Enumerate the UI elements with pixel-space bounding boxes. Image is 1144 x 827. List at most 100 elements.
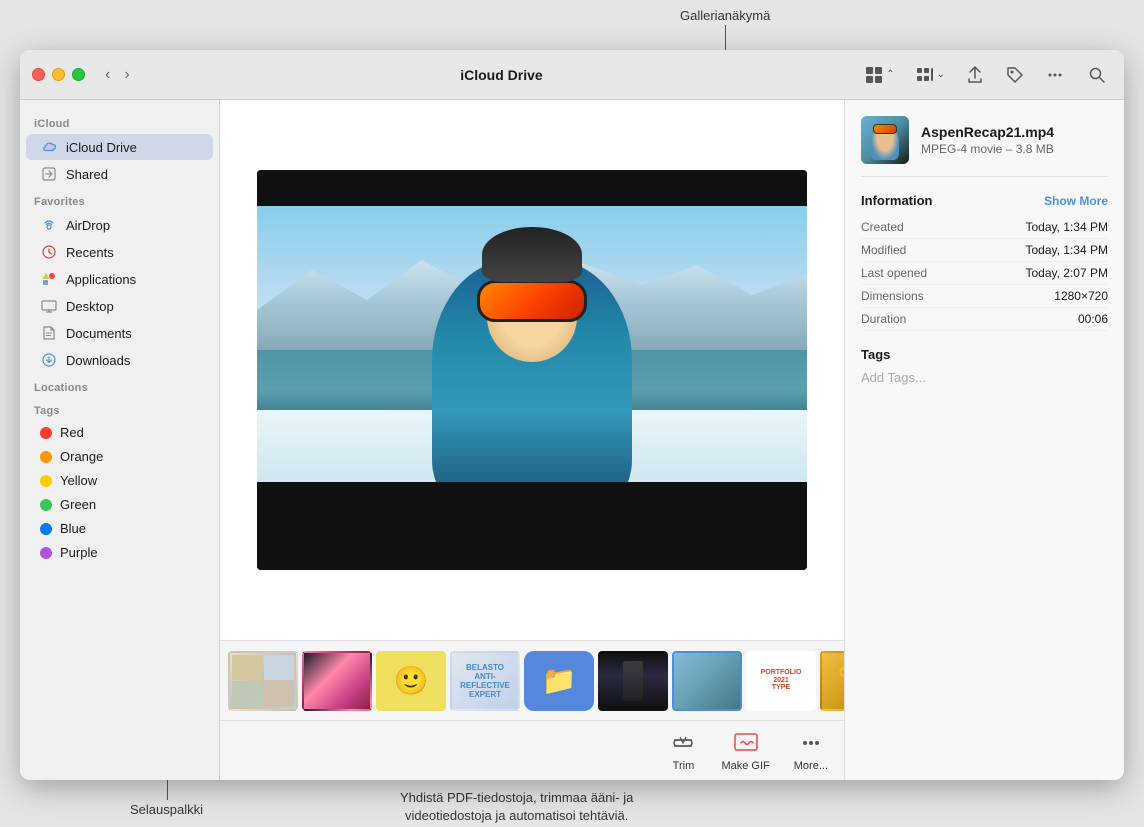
sidebar-item-documents-label: Documents <box>66 326 203 341</box>
search-button[interactable] <box>1082 62 1112 88</box>
group-chevron-icon: ⌄ <box>937 69 945 80</box>
documents-icon <box>40 324 58 342</box>
sidebar-item-downloads[interactable]: Downloads <box>26 347 213 373</box>
sidebar: iCloud iCloud Drive <box>20 100 220 780</box>
sidebar-item-shared[interactable]: Shared <box>26 161 213 187</box>
more-actions-button[interactable]: More... <box>794 729 828 772</box>
tag-button[interactable] <box>1000 62 1030 88</box>
more-actions-label: More... <box>794 760 828 772</box>
sidebar-item-airdrop[interactable]: AirDrop <box>26 212 213 238</box>
share-button[interactable] <box>960 62 990 88</box>
sidebar-item-orange[interactable]: Orange <box>26 445 213 468</box>
view-icon <box>864 65 884 85</box>
sidebar-item-yellow[interactable]: Yellow <box>26 469 213 492</box>
sidebar-item-desktop[interactable]: Desktop <box>26 293 213 319</box>
filmstrip-item-6[interactable] <box>598 651 668 711</box>
trim-icon <box>669 729 697 757</box>
red-tag-dot <box>40 427 52 439</box>
gallery-area: 🙂 BELASTO ANTI-REFLECTIVE EXPERT 📁 <box>220 100 1124 780</box>
file-name: AspenRecap21.mp4 <box>921 124 1108 140</box>
window-title: iCloud Drive <box>144 67 860 83</box>
main-preview-image <box>257 170 807 570</box>
helmet <box>482 227 582 282</box>
more-actions-icon <box>797 729 825 757</box>
trim-button[interactable]: Trim <box>669 729 697 772</box>
finder-body: iCloud iCloud Drive <box>20 100 1124 780</box>
last-opened-label: Last opened <box>861 266 927 280</box>
group-button[interactable]: ⌄ <box>910 62 950 88</box>
filmstrip-item-8[interactable]: PORTFOLIO2021TYPE <box>746 651 816 711</box>
file-info-text: AspenRecap21.mp4 MPEG-4 movie – 3.8 MB <box>921 124 1108 156</box>
sidebar-item-green-label: Green <box>60 497 203 512</box>
view-switcher-button[interactable]: ⌃ <box>859 62 899 88</box>
filmstrip-item-2[interactable] <box>302 651 372 711</box>
blue-tag-dot <box>40 523 52 535</box>
more-icon <box>1045 65 1065 85</box>
action-bar: Trim Make GIF <box>220 720 844 780</box>
forward-button[interactable]: › <box>120 64 133 86</box>
tags-section: Tags Add Tags... <box>861 347 1108 385</box>
duration-label: Duration <box>861 312 906 326</box>
sidebar-item-purple-label: Purple <box>60 545 203 560</box>
filmstrip-item-5[interactable]: 📁 <box>524 651 594 711</box>
sidebar-item-blue-label: Blue <box>60 521 203 536</box>
icloud-section-header: iCloud <box>20 110 219 133</box>
nav-buttons: ‹ › <box>101 64 134 86</box>
sidebar-item-yellow-label: Yellow <box>60 473 203 488</box>
info-row-last-opened: Last opened Today, 2:07 PM <box>861 262 1108 285</box>
downloads-icon <box>40 351 58 369</box>
sidebar-item-icloud-drive[interactable]: iCloud Drive <box>26 134 213 160</box>
show-more-link[interactable]: Show More <box>1044 194 1108 208</box>
trim-label: Trim <box>673 760 695 772</box>
sidebar-item-orange-label: Orange <box>60 449 203 464</box>
tags-title: Tags <box>861 347 1108 362</box>
close-button[interactable] <box>32 68 45 81</box>
thumb-goggles <box>873 124 897 134</box>
filmstrip-item-3[interactable]: 🙂 <box>376 651 446 711</box>
tag-icon <box>1005 65 1025 85</box>
filmstrip-item-9[interactable]: 🏆 <box>820 651 844 711</box>
sidebar-item-recents[interactable]: Recents <box>26 239 213 265</box>
sidebar-item-green[interactable]: Green <box>26 493 213 516</box>
file-type: MPEG-4 movie – 3.8 MB <box>921 142 1108 156</box>
modified-value: Today, 1:34 PM <box>1026 243 1109 257</box>
maximize-button[interactable] <box>72 68 85 81</box>
sidebar-item-airdrop-label: AirDrop <box>66 218 203 233</box>
sidebar-item-desktop-label: Desktop <box>66 299 203 314</box>
info-title-text: Information <box>861 193 933 208</box>
sidebar-item-purple[interactable]: Purple <box>26 541 213 564</box>
sidebar-item-blue[interactable]: Blue <box>26 517 213 540</box>
preview-container[interactable] <box>220 100 844 640</box>
info-row-created: Created Today, 1:34 PM <box>861 216 1108 239</box>
filmstrip-item-1[interactable] <box>228 651 298 711</box>
thumb3-emoji: 🙂 <box>394 664 429 697</box>
make-gif-button[interactable]: Make GIF <box>721 729 769 772</box>
green-tag-dot <box>40 499 52 511</box>
tags-section-header: Tags <box>20 397 219 420</box>
dimensions-label: Dimensions <box>861 289 924 303</box>
sidebar-item-red[interactable]: Red <box>26 421 213 444</box>
filmstrip: 🙂 BELASTO ANTI-REFLECTIVE EXPERT 📁 <box>220 640 844 720</box>
filmstrip-item-7[interactable] <box>672 651 742 711</box>
make-gif-icon <box>732 729 760 757</box>
clock-icon <box>40 243 58 261</box>
back-button[interactable]: ‹ <box>101 64 114 86</box>
info-panel: AspenRecap21.mp4 MPEG-4 movie – 3.8 MB I… <box>844 100 1124 780</box>
sidebar-item-downloads-label: Downloads <box>66 353 203 368</box>
thumb1-content <box>230 653 296 709</box>
add-tags-input[interactable]: Add Tags... <box>861 370 1108 385</box>
search-icon <box>1087 65 1107 85</box>
filmstrip-item-4[interactable]: BELASTO ANTI-REFLECTIVE EXPERT <box>450 651 520 711</box>
annotation-bottom-right: Yhdistä PDF-tiedostoja, trimmaa ääni- ja… <box>400 789 633 825</box>
sidebar-item-applications[interactable]: Applications <box>26 266 213 292</box>
icloud-icon <box>40 138 58 156</box>
sidebar-item-documents[interactable]: Documents <box>26 320 213 346</box>
locations-section-header: Locations <box>20 374 219 397</box>
more-button[interactable] <box>1040 62 1072 88</box>
info-row-dimensions: Dimensions 1280×720 <box>861 285 1108 308</box>
minimize-button[interactable] <box>52 68 65 81</box>
last-opened-value: Today, 2:07 PM <box>1026 266 1109 280</box>
file-thumbnail <box>861 116 909 164</box>
share-icon <box>965 65 985 85</box>
video-frame <box>257 170 807 570</box>
